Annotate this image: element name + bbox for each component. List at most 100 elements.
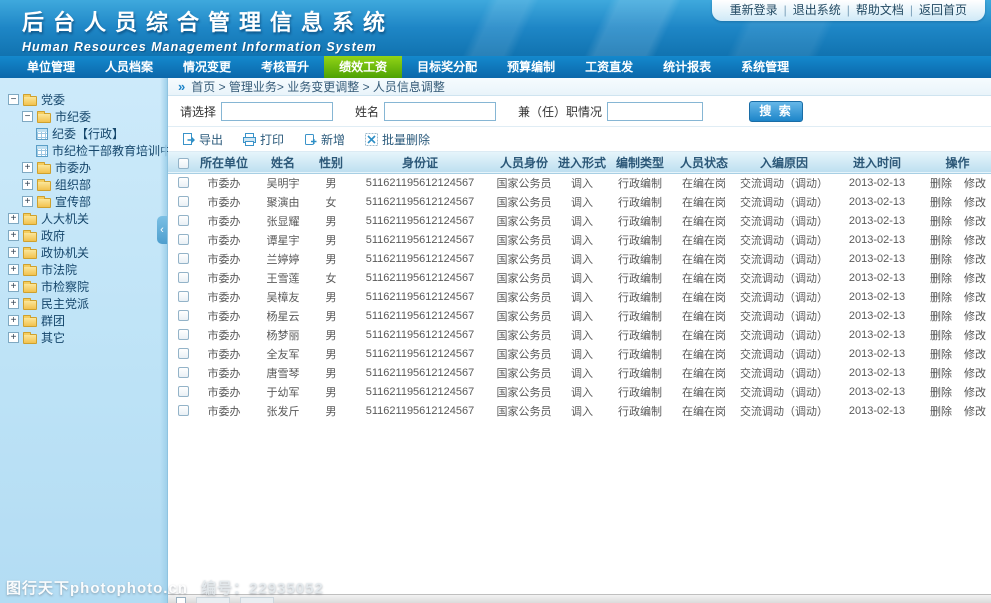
edit-link[interactable]: 修改: [964, 349, 986, 361]
expand-toggle-icon[interactable]: +: [8, 315, 19, 326]
top-link-2[interactable]: 帮助文档: [856, 3, 904, 17]
tree-item-3[interactable]: 市纪检干部教育培训中心: [0, 142, 167, 159]
edit-link[interactable]: 修改: [964, 292, 986, 304]
row-checkbox[interactable]: [178, 196, 189, 207]
row-checkbox[interactable]: [178, 215, 189, 226]
tree-item-2[interactable]: 纪委【行政】: [0, 125, 167, 142]
delete-link[interactable]: 删除: [930, 387, 952, 399]
menu-item-1[interactable]: 人员档案: [90, 56, 168, 78]
delete-link[interactable]: 删除: [930, 178, 952, 190]
row-checkbox[interactable]: [178, 272, 189, 283]
concurrent-filter-input[interactable]: [607, 102, 703, 121]
delete-link[interactable]: 删除: [930, 311, 952, 323]
tree-item-6[interactable]: +宣传部: [0, 193, 167, 210]
row-checkbox[interactable]: [178, 310, 189, 321]
row-checkbox[interactable]: [178, 367, 189, 378]
tree-item-12[interactable]: +民主党派: [0, 295, 167, 312]
expand-toggle-icon[interactable]: +: [8, 230, 19, 241]
edit-link[interactable]: 修改: [964, 235, 986, 247]
expand-toggle-icon[interactable]: +: [22, 196, 33, 207]
menu-item-9[interactable]: 系统管理: [726, 56, 804, 78]
menu-item-3[interactable]: 考核晋升: [246, 56, 324, 78]
add-button[interactable]: 新增: [304, 131, 345, 148]
tree-item-4[interactable]: +市委办: [0, 159, 167, 176]
delete-link[interactable]: 删除: [930, 254, 952, 266]
edit-link[interactable]: 修改: [964, 406, 986, 418]
row-checkbox[interactable]: [178, 329, 189, 340]
delete-link[interactable]: 删除: [930, 349, 952, 361]
cell-reason: 交流调动（调动）: [738, 325, 830, 344]
menu-item-8[interactable]: 统计报表: [648, 56, 726, 78]
row-checkbox[interactable]: [178, 405, 189, 416]
tree-item-7[interactable]: +人大机关: [0, 210, 167, 227]
delete-link[interactable]: 删除: [930, 273, 952, 285]
row-checkbox[interactable]: [178, 291, 189, 302]
select-all-checkbox[interactable]: [178, 158, 189, 169]
menu-item-0[interactable]: 单位管理: [12, 56, 90, 78]
batch-delete-button[interactable]: 批量删除: [365, 131, 430, 148]
cell-id_number: 511621195612124567: [346, 306, 494, 325]
delete-link[interactable]: 删除: [930, 292, 952, 304]
edit-link[interactable]: 修改: [964, 368, 986, 380]
edit-link[interactable]: 修改: [964, 197, 986, 209]
sidebar-collapse-handle[interactable]: ‹: [157, 216, 167, 244]
top-link-1[interactable]: 退出系统: [793, 3, 841, 17]
row-checkbox-cell: [168, 325, 198, 344]
menu-item-7[interactable]: 工资直发: [570, 56, 648, 78]
top-link-0[interactable]: 重新登录: [730, 3, 778, 17]
edit-link[interactable]: 修改: [964, 216, 986, 228]
expand-toggle-icon[interactable]: +: [22, 162, 33, 173]
expand-toggle-icon[interactable]: +: [8, 213, 19, 224]
menu-item-4[interactable]: 绩效工资: [324, 56, 402, 78]
pagination-control[interactable]: [240, 597, 274, 603]
select-filter-input[interactable]: [221, 102, 333, 121]
name-filter-input[interactable]: [384, 102, 496, 121]
expand-toggle-icon[interactable]: +: [8, 332, 19, 343]
delete-link[interactable]: 删除: [930, 368, 952, 380]
row-checkbox[interactable]: [178, 177, 189, 188]
edit-link[interactable]: 修改: [964, 273, 986, 285]
delete-link[interactable]: 删除: [930, 406, 952, 418]
tree-item-8[interactable]: +政府: [0, 227, 167, 244]
tree-item-13[interactable]: +群团: [0, 312, 167, 329]
row-checkbox[interactable]: [178, 348, 189, 359]
table-header-row: 所在单位姓名性别身份证人员身份进入形式编制类型人员状态入编原因进入时间操作: [168, 152, 991, 173]
tree-item-10[interactable]: +市法院: [0, 261, 167, 278]
print-button[interactable]: 打印: [243, 131, 284, 148]
search-button[interactable]: 搜 索: [749, 101, 803, 122]
edit-link[interactable]: 修改: [964, 311, 986, 323]
top-link-3[interactable]: 返回首页: [919, 3, 967, 17]
cell-status: 在编在岗: [670, 382, 738, 401]
collapse-toggle-icon[interactable]: −: [8, 94, 19, 105]
pagination-control[interactable]: [196, 597, 230, 603]
tree-item-5[interactable]: +组织部: [0, 176, 167, 193]
menu-item-2[interactable]: 情况变更: [168, 56, 246, 78]
expand-toggle-icon[interactable]: +: [8, 298, 19, 309]
tree-item-9[interactable]: +政协机关: [0, 244, 167, 261]
edit-link[interactable]: 修改: [964, 330, 986, 342]
delete-link[interactable]: 删除: [930, 197, 952, 209]
pagination-checkbox[interactable]: [176, 597, 186, 603]
cell-name: 张发斤: [250, 401, 316, 420]
expand-toggle-icon[interactable]: +: [8, 281, 19, 292]
edit-link[interactable]: 修改: [964, 254, 986, 266]
tree-item-0[interactable]: −党委: [0, 91, 167, 108]
collapse-toggle-icon[interactable]: −: [22, 111, 33, 122]
delete-link[interactable]: 删除: [930, 235, 952, 247]
menu-item-6[interactable]: 预算编制: [492, 56, 570, 78]
row-checkbox[interactable]: [178, 253, 189, 264]
delete-link[interactable]: 删除: [930, 330, 952, 342]
tree-item-14[interactable]: +其它: [0, 329, 167, 346]
edit-link[interactable]: 修改: [964, 387, 986, 399]
row-checkbox[interactable]: [178, 234, 189, 245]
edit-link[interactable]: 修改: [964, 178, 986, 190]
menu-item-5[interactable]: 目标奖分配: [402, 56, 492, 78]
expand-toggle-icon[interactable]: +: [8, 247, 19, 258]
export-button[interactable]: 导出: [182, 131, 223, 148]
tree-item-1[interactable]: −市纪委: [0, 108, 167, 125]
tree-item-11[interactable]: +市检察院: [0, 278, 167, 295]
expand-toggle-icon[interactable]: +: [22, 179, 33, 190]
expand-toggle-icon[interactable]: +: [8, 264, 19, 275]
row-checkbox[interactable]: [178, 386, 189, 397]
delete-link[interactable]: 删除: [930, 216, 952, 228]
